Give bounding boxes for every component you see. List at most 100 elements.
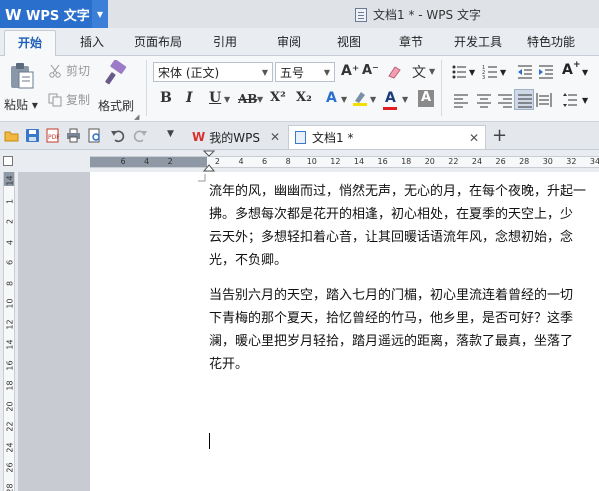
window-title-text: 文档1 * - WPS 文字 [373,8,481,22]
superscript-button[interactable]: X² [270,90,286,105]
tab-developer[interactable]: 开发工具 [454,33,502,50]
highlight-icon[interactable] [352,90,368,106]
chevron-down-icon[interactable]: ▼ [582,96,588,105]
line-spacing-icon[interactable] [562,92,578,108]
text-line: 下青梅的那个夏天，拾忆曾经的竹马，他乡里，是否可好？这季 [209,311,574,326]
subscript-button[interactable]: X₂ [296,90,312,105]
increase-indent-icon[interactable] [538,64,554,80]
tab-home[interactable]: 开始 [4,30,56,57]
save-icon[interactable] [25,128,40,143]
ruler-number: 6 [262,157,268,166]
clear-format-icon[interactable] [386,64,402,80]
redo-icon[interactable] [133,128,148,143]
ruler-number: 28 [519,157,530,166]
ruler-number: 22 [5,421,15,432]
font-color-button[interactable]: A [385,90,396,106]
char-shading-button[interactable]: A [418,90,434,107]
font-color-swatch [383,107,397,110]
tab-view[interactable]: 视图 [337,33,361,50]
horizontal-ruler[interactable]: 6 4 2 2 4 6 8 10 12 14 16 18 20 22 24 26 28 30 32 34 [0,150,599,172]
ruler-number: 24 [471,157,483,166]
app-menu-button[interactable]: W WPS 文字 ▼ [0,0,108,28]
text-effect-button[interactable]: A [326,90,337,106]
bullet-list-icon[interactable] [451,64,467,80]
cut-button[interactable]: 剪切 [48,62,90,79]
app-name: WPS 文字 [26,8,90,24]
ruler-number: 14 [5,339,15,350]
ruler-number: 2 [167,157,173,166]
format-painter-button[interactable]: 格式刷 [98,60,134,114]
copy-button[interactable]: 复制 [48,91,90,108]
vertical-ruler[interactable]: 14 1 2 4 6 8 10 12 14 16 18 20 22 24 26 28 [0,172,18,491]
document-page[interactable]: 流年的风，幽幽而过，悄然无声，无心的月，在每个夜晚，升起一 拂。多想每次都是花开… [90,172,599,491]
align-right-icon[interactable] [497,92,513,108]
tab-insert[interactable]: 插入 [80,33,104,50]
chevron-down-icon[interactable]: ▼ [370,95,376,104]
close-icon[interactable]: ✕ [469,131,479,145]
chevron-down-icon[interactable]: ▼ [92,0,108,28]
strikethrough-button[interactable]: AB [238,92,257,106]
new-tab-icon[interactable]: + [492,125,507,146]
customize-toolbar-icon[interactable]: ▼ [167,129,174,139]
print-icon[interactable] [66,128,81,143]
ruler-number: 6 [5,259,15,266]
align-left-icon[interactable] [453,92,469,108]
tab-references[interactable]: 引用 [213,33,237,50]
clipboard-dialog-launcher-icon[interactable]: ◢ [134,113,139,121]
ruler-number: 34 [589,157,599,166]
print-preview-icon[interactable] [87,128,102,143]
wps-home-icon: W [192,130,206,144]
justify-button[interactable] [514,89,534,110]
window-title: 文档1 * - WPS 文字 [355,6,481,23]
paragraph-1[interactable]: 流年的风，幽幽而过，悄然无声，无心的月，在每个夜晚，升起一 拂。多想每次都是花开… [209,180,599,272]
clipboard-icon [10,63,34,89]
font-size-value: 五号 [280,65,305,80]
distributed-align-icon[interactable] [536,92,552,108]
chevron-down-icon[interactable]: ▼ [257,95,263,104]
tab-special-features[interactable]: 特色功能 [527,33,575,50]
shrink-font-button[interactable]: A⁻ [362,63,379,78]
chevron-down-icon[interactable]: ▼ [429,67,435,76]
chevron-down-icon[interactable]: ▼ [500,68,506,77]
text-line: 拂。多想每次都是花开的相逢，初心相处，在夏季的天空上，少 [209,207,574,222]
undo-icon[interactable] [110,128,125,143]
font-name-select[interactable]: 宋体 (正文) ▼ [153,62,273,82]
paste-button[interactable]: 粘贴 ▾ [4,62,38,113]
grow-font-button[interactable]: A⁺ [341,63,359,79]
ruler-number: 12 [5,318,15,330]
italic-button[interactable]: I [186,90,193,106]
phonetic-guide-button[interactable]: 文 [412,62,426,82]
ruler-number: 20 [5,400,15,412]
numbered-list-icon[interactable]: 123 [482,64,498,80]
close-icon[interactable]: ✕ [270,130,280,144]
ruler-number: 14 [353,157,365,166]
title-bar: W WPS 文字 ▼ 文档1 * - WPS 文字 [0,0,599,28]
chevron-down-icon[interactable]: ▼ [582,68,588,77]
tab-review[interactable]: 审阅 [277,33,301,50]
bold-button[interactable]: B [160,90,172,106]
doc-tab-label: 我的WPS [209,130,260,145]
chevron-down-icon[interactable]: ▼ [224,95,230,104]
chevron-down-icon: ▼ [261,67,268,77]
doc-tab-my-wps[interactable]: W 我的WPS ✕ [186,125,286,149]
ruler-number: 6 [120,157,126,166]
change-case-button[interactable]: A [562,62,573,78]
chevron-down-icon[interactable]: ▼ [469,68,475,77]
ruler-number: 2 [5,218,15,225]
open-folder-icon[interactable] [4,128,19,143]
paintbrush-icon [105,60,127,85]
font-size-select[interactable]: 五号 ▼ [275,62,335,82]
doc-tab-active[interactable]: 文档1 * ✕ [288,125,486,149]
underline-button[interactable]: U [209,90,221,106]
chevron-down-icon[interactable]: ▼ [402,95,408,104]
ruler-number: 30 [542,157,553,166]
paragraph-2[interactable]: 当告别六月的天空，踏入七月的门楣，初心里流连着曾经的一切 下青梅的那个夏天，拾忆… [209,284,599,376]
tab-page-layout[interactable]: 页面布局 [134,33,182,50]
indent-marker-icon[interactable] [203,150,215,172]
tab-section[interactable]: 章节 [399,33,423,50]
chevron-down-icon[interactable]: ▼ [341,95,347,104]
export-pdf-icon[interactable]: PDF [45,128,60,143]
align-center-icon[interactable] [476,92,492,108]
decrease-indent-icon[interactable] [517,64,533,80]
tab-stop-selector[interactable] [3,156,13,166]
